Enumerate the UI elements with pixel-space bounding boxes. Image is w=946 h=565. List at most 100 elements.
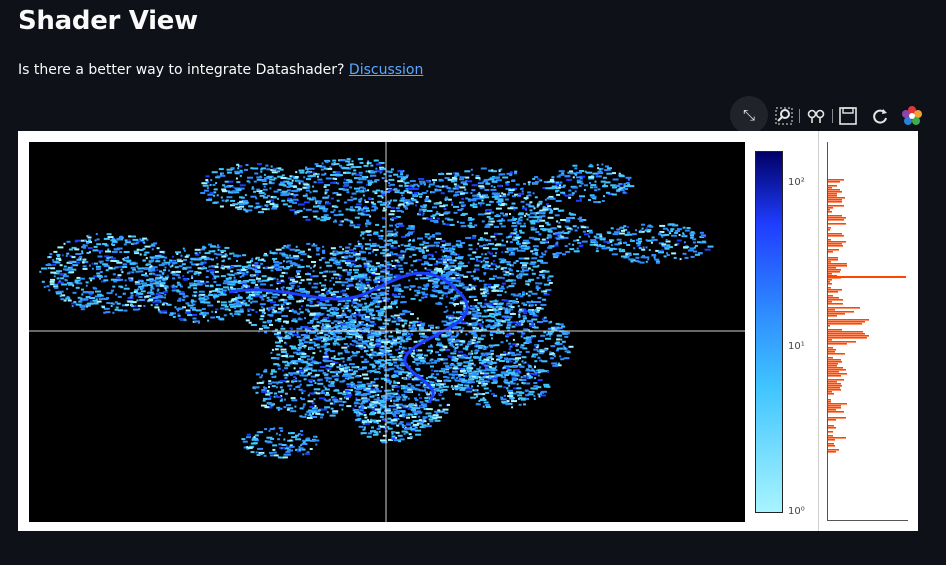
density-pixel <box>547 371 550 373</box>
density-pixel <box>387 239 393 242</box>
density-pixel <box>423 284 430 287</box>
density-pixel <box>616 238 622 241</box>
density-pixel <box>335 323 338 326</box>
density-pixel <box>325 338 328 341</box>
density-pixel <box>496 324 503 327</box>
density-pixel <box>205 175 210 178</box>
density-pixel <box>650 241 653 244</box>
save-tool[interactable] <box>839 107 857 125</box>
density-pixel <box>593 201 599 203</box>
density-pixel <box>169 265 172 268</box>
density-pixel <box>400 363 404 366</box>
reset-icon <box>873 109 887 124</box>
density-pixel <box>306 417 313 419</box>
density-pixel <box>177 260 184 263</box>
density-pixel <box>505 339 508 342</box>
density-pixel <box>231 314 234 317</box>
density-pixel <box>461 321 467 324</box>
density-pixel <box>471 331 477 334</box>
density-pixel <box>413 324 416 326</box>
density-pixel <box>339 159 346 161</box>
density-pixel <box>482 247 489 250</box>
density-pixel <box>144 295 150 298</box>
datashader-map[interactable] <box>29 142 745 522</box>
fullscreen-button[interactable]: ⤡ <box>730 96 768 134</box>
density-pixel <box>218 293 221 296</box>
density-pixel <box>130 292 134 295</box>
density-pixel <box>305 218 311 221</box>
density-pixel <box>456 297 459 300</box>
density-pixel <box>433 370 439 373</box>
density-pixel <box>132 268 137 271</box>
density-pixel <box>555 189 560 192</box>
density-pixel <box>223 314 227 317</box>
density-pixel <box>299 171 305 174</box>
density-pixel <box>684 229 690 232</box>
density-pixel <box>284 331 288 334</box>
discussion-link[interactable]: Discussion <box>349 62 423 78</box>
density-pixel <box>448 247 451 250</box>
density-pixel <box>291 347 297 350</box>
density-pixel <box>63 265 67 268</box>
density-pixel <box>502 193 506 196</box>
density-pixel <box>659 224 666 227</box>
density-pixel <box>601 247 608 250</box>
density-pixel <box>264 266 268 269</box>
density-pixel <box>447 190 454 193</box>
density-pixel <box>205 281 209 283</box>
density-pixel <box>536 307 542 309</box>
density-pixel <box>536 288 539 291</box>
density-pixel <box>521 323 524 326</box>
density-pixel <box>246 261 252 264</box>
density-pixel <box>351 344 355 347</box>
density-pixel <box>572 164 578 167</box>
density-pixel <box>408 255 412 258</box>
density-pixel <box>627 231 631 234</box>
density-pixel <box>435 232 440 235</box>
density-pixel <box>121 271 124 274</box>
density-pixel <box>559 181 563 184</box>
density-pixel <box>560 173 565 176</box>
density-pixel <box>371 242 377 245</box>
density-pixel <box>589 243 595 246</box>
zoom-tool[interactable] <box>775 107 793 125</box>
bokeh-logo[interactable] <box>901 105 923 127</box>
density-pixel <box>216 194 219 197</box>
density-pixel <box>603 240 610 243</box>
density-pixel <box>93 287 98 290</box>
density-pixel <box>159 276 162 279</box>
density-pixel <box>242 254 247 257</box>
density-pixel <box>313 337 318 340</box>
density-pixel <box>358 299 361 302</box>
density-pixel <box>474 224 478 227</box>
density-pixel <box>380 349 383 352</box>
box-select-tool[interactable] <box>806 107 826 125</box>
density-pixel <box>244 168 248 171</box>
density-pixel <box>416 349 418 352</box>
density-pixel <box>375 163 381 166</box>
density-pixel <box>699 231 704 234</box>
density-pixel <box>273 261 280 263</box>
density-pixel <box>472 356 479 359</box>
density-pixel <box>385 170 392 173</box>
density-pixel <box>489 268 494 271</box>
density-pixel <box>162 272 165 275</box>
density-pixel <box>534 360 538 363</box>
density-pixel <box>172 273 179 276</box>
density-pixel <box>369 244 376 247</box>
reset-tool[interactable] <box>871 107 889 125</box>
density-pixel <box>318 202 322 205</box>
density-pixel <box>327 369 330 372</box>
density-pixel <box>526 341 532 344</box>
density-pixel <box>184 255 189 258</box>
density-pixel <box>82 244 85 247</box>
density-pixel <box>641 223 645 226</box>
density-pixel <box>556 193 561 196</box>
density-pixel <box>627 178 630 181</box>
density-pixel <box>671 234 677 237</box>
density-pixel <box>528 205 535 208</box>
density-pixel <box>460 204 466 207</box>
density-pixel <box>75 286 80 289</box>
density-pixel <box>466 180 473 183</box>
density-pixel <box>263 253 266 256</box>
